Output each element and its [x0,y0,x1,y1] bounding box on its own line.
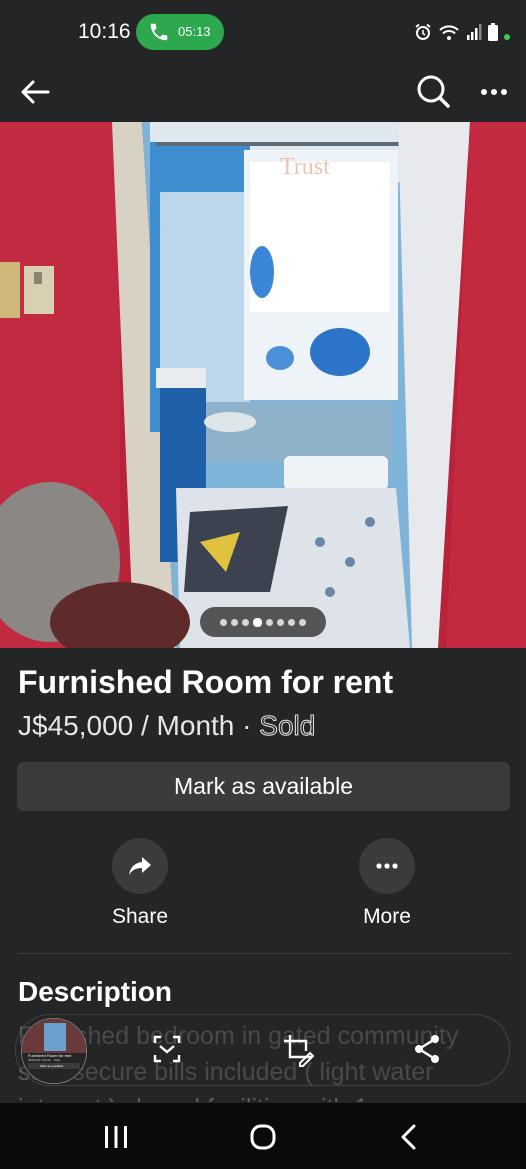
ongoing-call-pill[interactable]: 05:13 [136,14,224,50]
screenshot-toolbar: Furnished Room for rent J$45,000 / Month… [15,1014,510,1086]
home-icon[interactable] [243,1117,283,1157]
separator-dot: · [234,710,260,741]
carousel-dot[interactable] [288,618,295,626]
carousel-dot[interactable] [277,618,284,626]
call-timer: 05:13 [178,24,211,39]
svg-text:Trust: Trust [280,154,330,180]
signal-icon [467,24,482,40]
bathroom-photo-illustration: Trust [0,122,526,648]
arrow-left-icon[interactable] [16,72,56,112]
clock: 10:16 [78,20,131,43]
more-label: More [363,905,411,928]
status-bar: 10:16 05:13 [0,0,526,64]
more-horizontal-icon[interactable] [472,72,516,112]
search-icon[interactable] [412,70,454,112]
thumbnail-image [22,1019,86,1083]
more-action[interactable]: More [332,838,442,938]
listing-photo[interactable]: Trust [0,122,526,648]
price-status-line: J$45,000 / Month · Sold [18,710,316,742]
share-arrow-icon [129,857,151,875]
privacy-indicator [504,34,510,40]
more-horizontal-icon [376,863,398,869]
recents-icon[interactable] [96,1117,136,1157]
alarm-icon [415,23,431,40]
sold-status: Sold [259,710,316,742]
smart-select-icon[interactable] [147,1029,187,1069]
system-navigation-bar [0,1103,526,1169]
crop-edit-icon[interactable] [278,1029,318,1069]
description-heading: Description [18,976,173,1007]
carousel-dot[interactable] [220,618,227,626]
screenshot-thumbnail[interactable]: Furnished Room for rent J$45,000 / Month… [21,1018,87,1084]
mark-as-available-button[interactable]: Mark as available [17,762,510,811]
back-icon[interactable] [390,1117,430,1157]
share-action[interactable]: Share [85,838,195,938]
status-icons [414,20,510,44]
carousel-dot[interactable] [299,618,306,626]
phone-icon [150,23,168,41]
carousel-indicator [200,607,326,637]
carousel-dot[interactable] [266,618,273,626]
listing-title: Furnished Room for rent [18,664,394,700]
share-icon[interactable] [407,1029,447,1069]
listing-price: J$45,000 / Month [18,710,235,741]
top-navigation [0,64,526,122]
thumb-price: J$45,000 / Month · Sold [28,1058,60,1062]
share-label: Share [111,905,169,928]
divider [18,953,510,954]
share-circle[interactable] [112,838,168,894]
carousel-dot[interactable] [253,617,262,627]
carousel-dot[interactable] [231,618,238,626]
battery-icon [488,23,498,41]
carousel-dot[interactable] [242,618,249,626]
wifi-icon [439,25,459,40]
thumb-button: Mark as available [40,1064,64,1068]
more-circle[interactable] [359,838,415,894]
